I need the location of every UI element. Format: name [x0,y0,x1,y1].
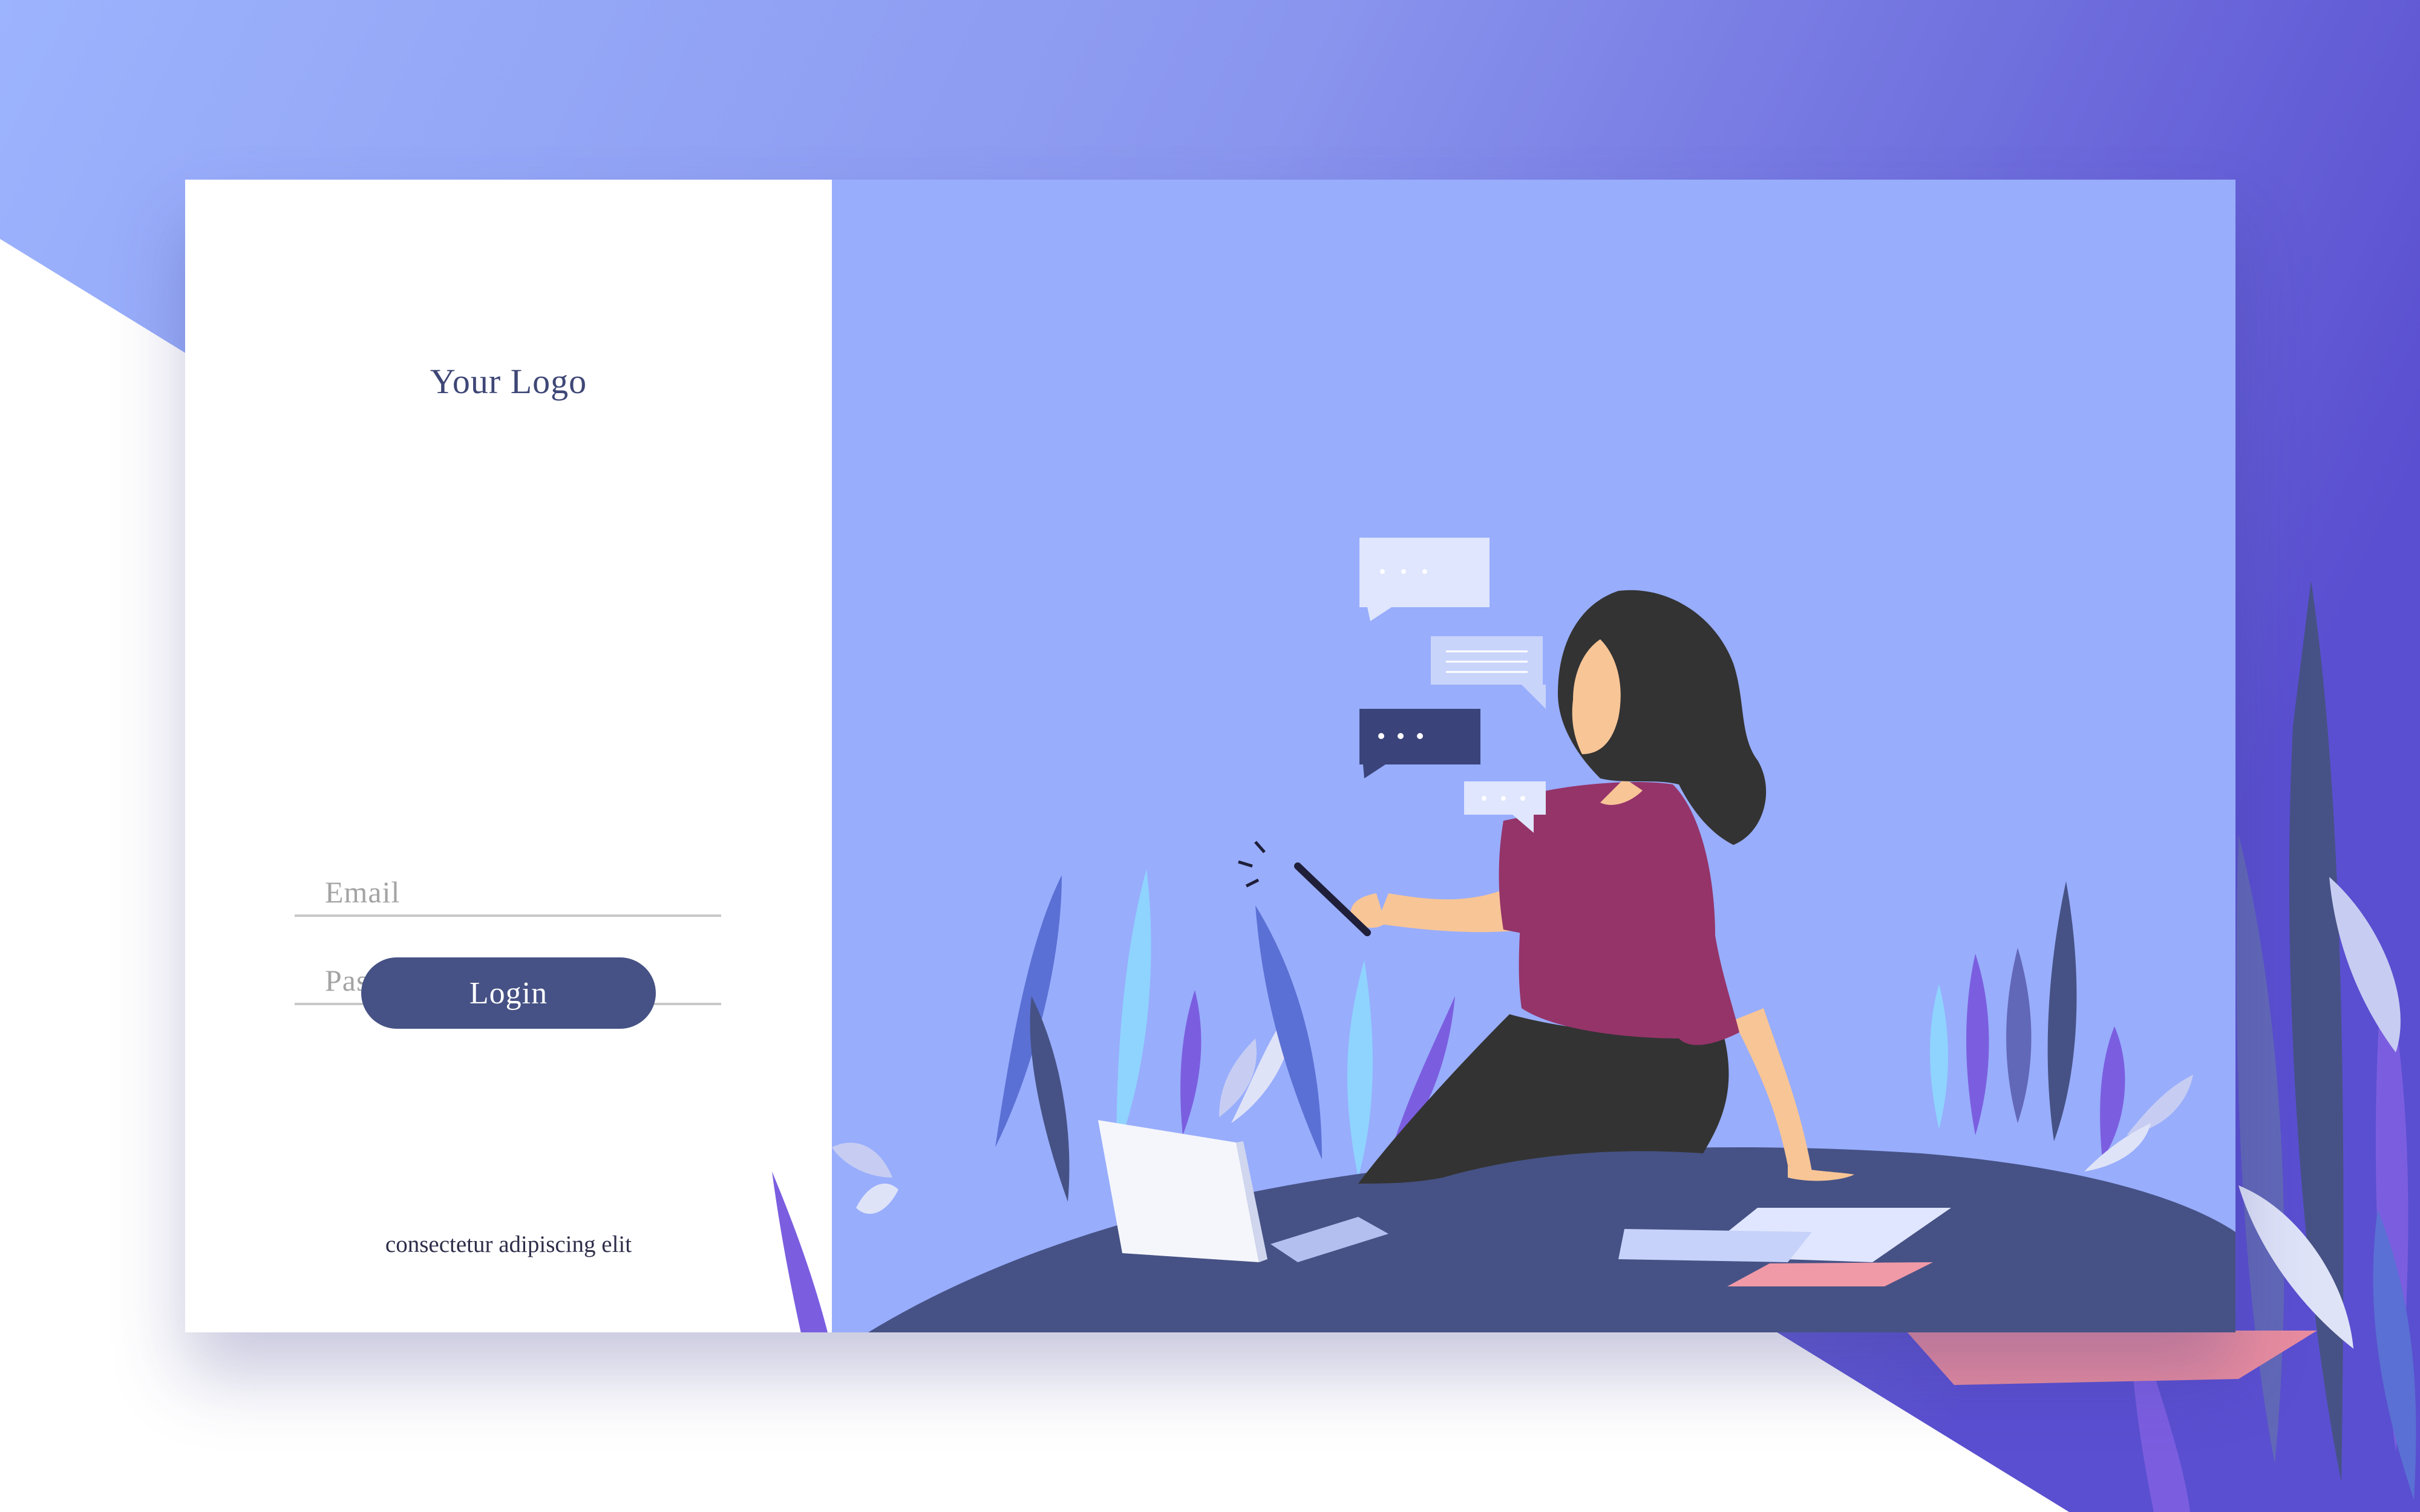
paper-sheet [1618,1229,1812,1262]
illustration-scene [832,538,2235,1332]
logo-text: Your Logo [430,362,587,401]
illustration-panel [832,180,2235,1332]
login-panel: Your Logo Login consectetur adipiscing e… [185,180,832,1332]
login-button[interactable]: Login [361,957,656,1029]
email-input[interactable] [325,875,712,910]
chat-bubble-light [1359,538,1490,621]
footer-text: consectetur adipiscing elit [385,1231,632,1257]
chat-bubble-dark [1359,709,1480,778]
login-card: Your Logo Login consectetur adipiscing e… [185,180,2235,1332]
email-field [295,866,721,917]
ground-hill [868,1147,2235,1332]
boundary-leaves [772,1171,828,1332]
chat-bubble-lines [1431,636,1546,709]
